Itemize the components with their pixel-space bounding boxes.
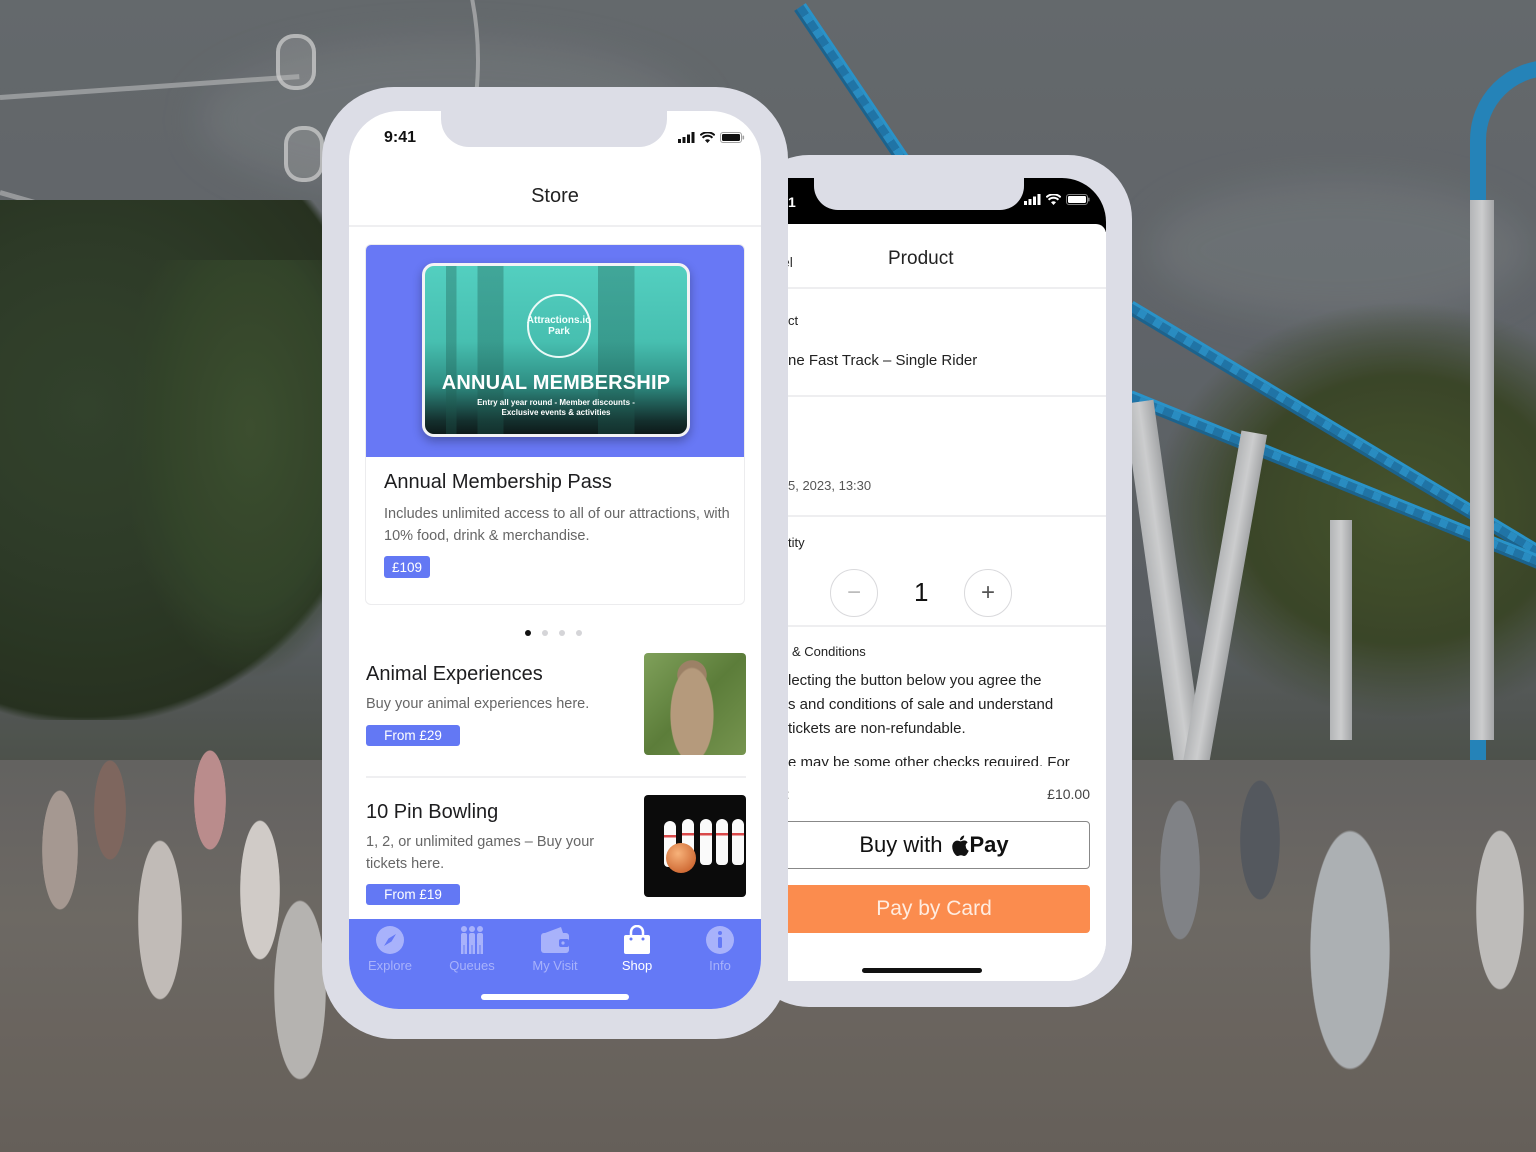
tab-label: Queues bbox=[449, 958, 495, 973]
battery-icon bbox=[1066, 194, 1090, 205]
terms-line: e may be some other checks required. For bbox=[788, 754, 1070, 767]
bowling-pin bbox=[700, 819, 712, 865]
item-title: 10 Pin Bowling bbox=[366, 801, 499, 823]
quantity-value: 1 bbox=[914, 577, 929, 607]
terms-line: tickets are non-refundable. bbox=[788, 720, 966, 737]
total-label: : bbox=[788, 786, 790, 802]
tab-label: My Visit bbox=[532, 958, 578, 973]
page-title: Product bbox=[888, 248, 954, 269]
membership-card-image: Attractions.io Park ANNUAL MEMBERSHIP En… bbox=[422, 263, 690, 437]
people-queue-icon bbox=[461, 926, 483, 954]
bowling-pin bbox=[732, 819, 744, 865]
tab-explore[interactable]: Explore bbox=[349, 925, 431, 973]
tab-queues[interactable]: Queues bbox=[431, 925, 513, 973]
bowling-pin bbox=[716, 819, 728, 865]
divider bbox=[366, 776, 746, 778]
carousel-dot-active[interactable] bbox=[525, 630, 531, 636]
park-logo: Attractions.io Park bbox=[527, 294, 591, 358]
compass-icon bbox=[376, 926, 404, 954]
price-badge: £109 bbox=[384, 556, 430, 578]
quantity-label: tity bbox=[788, 535, 805, 550]
notch bbox=[441, 111, 667, 147]
quantity-section: tity − 1 + bbox=[788, 517, 1106, 627]
signal-icon bbox=[678, 132, 695, 143]
subline: Entry all year round - Member discounts … bbox=[477, 398, 635, 407]
item-description: Buy your animal experiences here. bbox=[366, 696, 590, 712]
apple-pay-mark: Pay bbox=[951, 832, 1009, 858]
quantity-decrement-button[interactable]: − bbox=[830, 569, 878, 617]
logo-line: Attractions.io bbox=[526, 315, 592, 326]
featured-hero: Attractions.io Park ANNUAL MEMBERSHIP En… bbox=[366, 245, 744, 457]
home-indicator bbox=[481, 994, 629, 1000]
status-icons bbox=[678, 132, 745, 143]
price-badge: From £19 bbox=[366, 884, 460, 905]
featured-title: Annual Membership Pass bbox=[384, 471, 612, 493]
plus-icon: + bbox=[980, 579, 995, 606]
tab-bar: Explore Queues My Visit Shop Info bbox=[349, 919, 761, 1009]
date-section: 5, 2023, 13:30 bbox=[788, 397, 1106, 517]
terms-line: lecting the button below you agree the bbox=[788, 672, 1042, 689]
featured-product-card[interactable]: Attractions.io Park ANNUAL MEMBERSHIP En… bbox=[365, 244, 745, 605]
membership-heading: ANNUAL MEMBERSHIP bbox=[441, 372, 671, 394]
tab-label: Info bbox=[709, 958, 731, 973]
bowling-ball bbox=[666, 843, 696, 873]
minus-icon: − bbox=[846, 579, 861, 606]
product-screen: 1 el Product ct ne Fast Track – Single R… bbox=[788, 178, 1106, 981]
apple-pay-word: Pay bbox=[969, 832, 1009, 857]
item-description: 1, 2, or unlimited games – Buy your tick… bbox=[366, 834, 595, 872]
status-time: 9:41 bbox=[384, 129, 417, 146]
total-price: £10.00 bbox=[1047, 786, 1090, 802]
terms-section: & Conditions lecting the button below yo… bbox=[788, 627, 1106, 767]
tab-info[interactable]: Info bbox=[679, 925, 761, 973]
apple-pay-label: Buy with bbox=[859, 832, 943, 857]
list-item-10-pin-bowling[interactable]: 10 Pin Bowling 1, 2, or unlimited games … bbox=[366, 795, 746, 905]
carousel-dot[interactable] bbox=[559, 630, 565, 636]
membership-subline: Entry all year round - Member discounts … bbox=[425, 398, 687, 418]
product-sheet: el Product ct ne Fast Track – Single Rid… bbox=[788, 220, 1106, 981]
bowling-image bbox=[644, 795, 746, 897]
featured-description: Includes unlimited access to all of our … bbox=[384, 506, 730, 544]
total-row: : £10.00 bbox=[788, 766, 1106, 806]
store-header: Store bbox=[349, 167, 761, 227]
apple-pay-button[interactable]: Buy with Pay bbox=[788, 821, 1090, 869]
wifi-icon bbox=[1046, 194, 1061, 205]
cancel-button[interactable]: el bbox=[788, 254, 793, 270]
product-section: ct ne Fast Track – Single Rider bbox=[788, 289, 1106, 397]
terms-label: & Conditions bbox=[792, 644, 866, 659]
product-header: el Product bbox=[788, 224, 1106, 289]
apple-logo-icon bbox=[951, 835, 969, 856]
carousel-dot[interactable] bbox=[542, 630, 548, 636]
logo-line: Park bbox=[548, 326, 570, 337]
pay-by-card-button[interactable]: Pay by Card bbox=[788, 885, 1090, 933]
store-screen: 9:41 Store Attractions.io Park ANNUAL ME… bbox=[349, 111, 761, 1009]
notch bbox=[814, 178, 1024, 210]
subline: Exclusive events & activities bbox=[501, 408, 611, 417]
quantity-increment-button[interactable]: + bbox=[964, 569, 1012, 617]
status-time: 1 bbox=[788, 194, 796, 210]
signal-icon bbox=[1024, 194, 1041, 205]
status-icons bbox=[1024, 194, 1090, 205]
product-label: ct bbox=[788, 313, 799, 328]
wifi-icon bbox=[700, 132, 715, 143]
home-indicator bbox=[862, 968, 982, 973]
terms-text: lecting the button below you agree the s… bbox=[788, 669, 1088, 767]
tab-my-visit[interactable]: My Visit bbox=[514, 925, 596, 973]
tab-label: Explore bbox=[367, 958, 413, 973]
info-icon bbox=[706, 926, 734, 954]
tab-shop[interactable]: Shop bbox=[596, 925, 678, 973]
battery-icon bbox=[720, 132, 745, 143]
wallet-icon bbox=[541, 927, 569, 953]
product-name: ne Fast Track – Single Rider bbox=[788, 352, 978, 369]
shopping-bag-icon bbox=[624, 925, 650, 954]
terms-line: s and conditions of sale and understand bbox=[788, 696, 1054, 713]
date-time-value: 5, 2023, 13:30 bbox=[788, 478, 872, 493]
item-title: Animal Experiences bbox=[366, 663, 543, 685]
list-item-animal-experiences[interactable]: Animal Experiences Buy your animal exper… bbox=[366, 653, 746, 757]
price-badge: From £29 bbox=[366, 725, 460, 746]
carousel-pagination[interactable] bbox=[525, 630, 582, 636]
tab-label: Shop bbox=[621, 958, 653, 973]
carousel-dot[interactable] bbox=[576, 630, 582, 636]
meerkat-image bbox=[644, 653, 746, 755]
page-title: Store bbox=[531, 184, 579, 207]
